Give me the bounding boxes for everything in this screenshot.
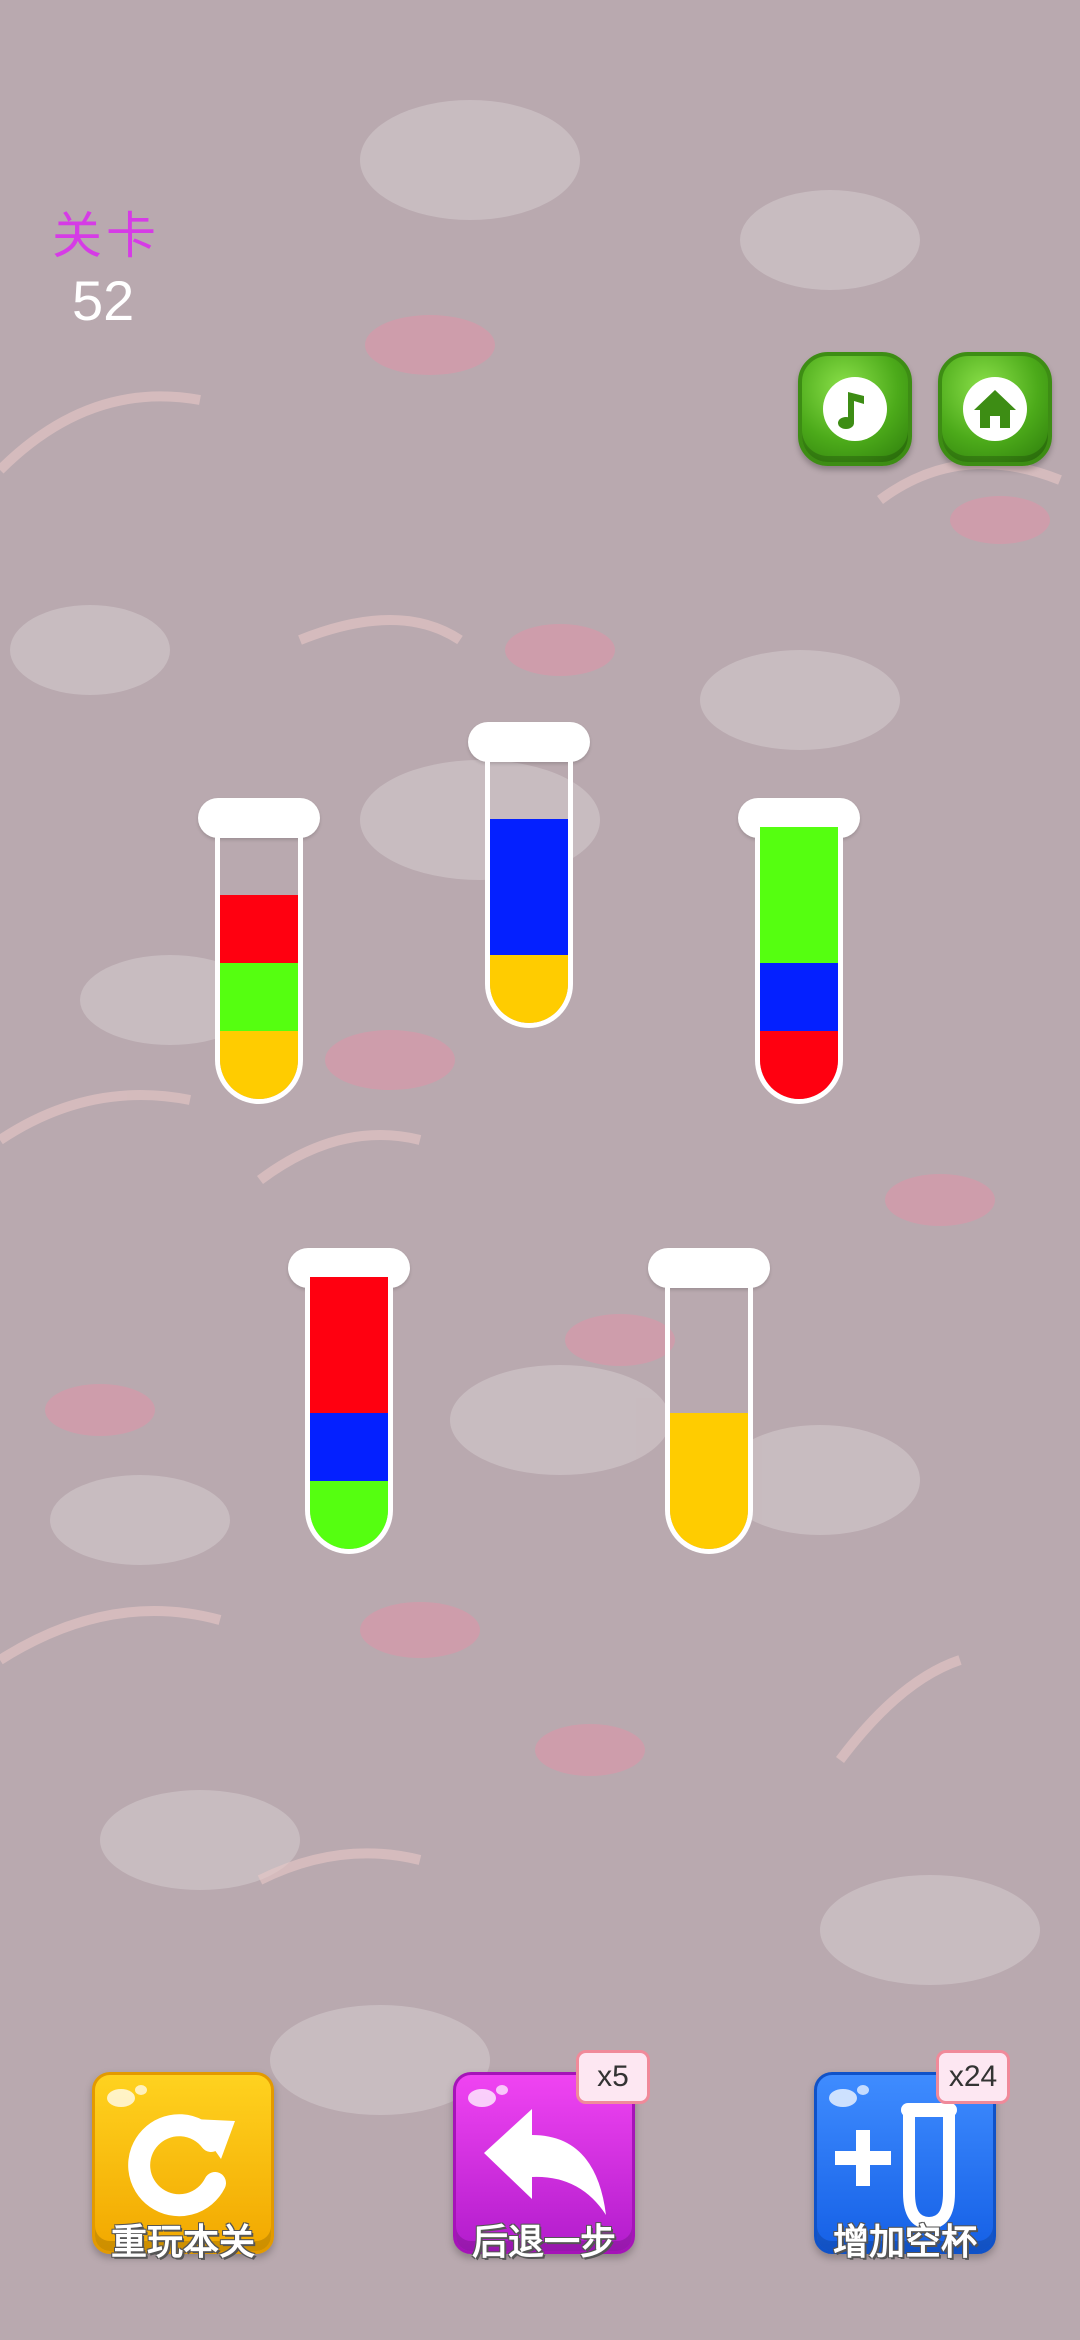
liquid-layer-blue xyxy=(490,887,568,955)
liquid-layer-blue xyxy=(760,963,838,1031)
home-button[interactable] xyxy=(938,352,1052,466)
liquid-layer-red xyxy=(760,1031,838,1099)
add-tube-count-badge: x24 xyxy=(936,2050,1010,2104)
undo-count-badge: x5 xyxy=(576,2050,650,2104)
tube-3[interactable] xyxy=(755,818,843,1104)
music-button[interactable] xyxy=(798,352,912,466)
restart-button[interactable]: 重玩本关 xyxy=(92,2072,274,2263)
liquid-layer-blue xyxy=(490,819,568,887)
tube-4[interactable] xyxy=(305,1268,393,1554)
add-tube-label: 增加空杯 xyxy=(832,2222,977,2263)
undo-label: 后退一步 xyxy=(471,2222,616,2263)
liquid-layer-red xyxy=(310,1345,388,1413)
liquid-layer-yellow xyxy=(670,1413,748,1481)
liquid-layer-blue xyxy=(310,1413,388,1481)
tube-1[interactable] xyxy=(215,818,303,1104)
liquid-layer-green xyxy=(760,895,838,963)
liquid-layer-green xyxy=(220,963,298,1031)
liquid-layer-green xyxy=(760,827,838,895)
home-icon xyxy=(963,377,1027,441)
liquid-layer-red xyxy=(220,895,298,963)
tube-2[interactable] xyxy=(485,742,573,1028)
restart-label: 重玩本关 xyxy=(110,2222,255,2263)
level-number: 52 xyxy=(72,269,135,332)
liquid-layer-yellow xyxy=(220,1031,298,1099)
liquid-layer-yellow xyxy=(670,1481,748,1549)
liquid-layer-red xyxy=(310,1277,388,1345)
music-note-icon xyxy=(823,377,887,441)
tube-5[interactable] xyxy=(665,1268,753,1554)
background-pattern xyxy=(0,0,1080,2340)
liquid-layer-green xyxy=(310,1481,388,1549)
liquid-layer-yellow xyxy=(490,955,568,1023)
level-label: 关卡 xyxy=(52,207,160,265)
